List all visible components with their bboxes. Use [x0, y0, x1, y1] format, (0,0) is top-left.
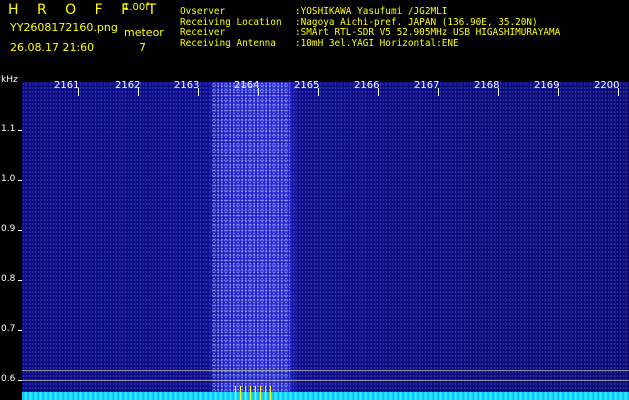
freq-label: 2166: [354, 80, 380, 91]
reference-line: [22, 370, 629, 371]
freq-tick: [438, 88, 439, 96]
y-tick: [18, 180, 22, 181]
freq-label: 2163: [174, 80, 200, 91]
freq-label: 2169: [534, 80, 560, 91]
info-value: :10mH 3el.YAGI Horizontal:ENE: [295, 37, 459, 49]
freq-tick: [378, 88, 379, 96]
station-info: Ovserver :YOSHIKAWA Yasufumi /JG2MLI Rec…: [180, 6, 561, 50]
reference-line: [22, 380, 629, 381]
date-time: 26.08.17 21:60: [10, 41, 95, 54]
file-name: YY2608172160.png: [10, 21, 118, 34]
info-label: Receiving Antenna: [180, 37, 276, 49]
freq-label: 2167: [414, 80, 440, 91]
info-row-observer: Ovserver :YOSHIKAWA Yasufumi /JG2MLI: [180, 6, 560, 18]
y-label: 0.9: [1, 224, 16, 234]
info-label: Receiver: [180, 27, 226, 38]
y-tick: [18, 230, 22, 231]
y-label: 0.8: [1, 274, 16, 284]
freq-tick: [558, 88, 559, 96]
info-value: :SMArt RTL-SDR V5 52.905MHz USB HIGASHIM…: [295, 27, 561, 38]
event-count: 7: [139, 41, 146, 54]
y-tick: [18, 330, 22, 331]
info-row-receiver: Receiver :SMArt RTL-SDR V5 52.905MHz USB…: [180, 27, 561, 39]
info-row-antenna: Receiving Antenna :10mH 3el.YAGI Horizon…: [180, 37, 560, 50]
y-label: 1.1: [1, 124, 16, 134]
freq-tick: [138, 88, 139, 96]
detection-markers: [235, 386, 275, 400]
info-label: Ovserver: [180, 6, 226, 17]
freq-label: 2200: [594, 80, 620, 91]
freq-tick: [498, 88, 499, 96]
spectrogram[interactable]: [22, 82, 629, 400]
y-label: 0.6: [1, 374, 16, 384]
freq-tick: [318, 88, 319, 96]
freq-label: 2168: [474, 80, 500, 91]
y-label: 1.0: [1, 174, 16, 184]
hrofft-window: H R O F F T 1.00f YY2608172160.png meteo…: [0, 0, 629, 400]
signal-trace: [22, 392, 629, 400]
y-label: 0.7: [1, 324, 16, 334]
frequency-axis: 2161 2162 2163 2164 2165 2166 2167 2168 …: [0, 80, 629, 96]
info-value: :YOSHIKAWA Yasufumi /JG2MLI: [295, 6, 448, 17]
app-version: 1.00f: [123, 2, 149, 13]
meteor-echo-band: [212, 82, 290, 400]
freq-tick: [198, 88, 199, 96]
mode-label: meteor: [124, 26, 164, 39]
freq-label: 2161: [54, 80, 80, 91]
freq-label: 2165: [294, 80, 320, 91]
y-tick: [18, 280, 22, 281]
y-tick: [18, 130, 22, 131]
freq-tick: [78, 88, 79, 96]
freq-label: 2162: [115, 80, 141, 91]
freq-tick: [618, 88, 619, 96]
